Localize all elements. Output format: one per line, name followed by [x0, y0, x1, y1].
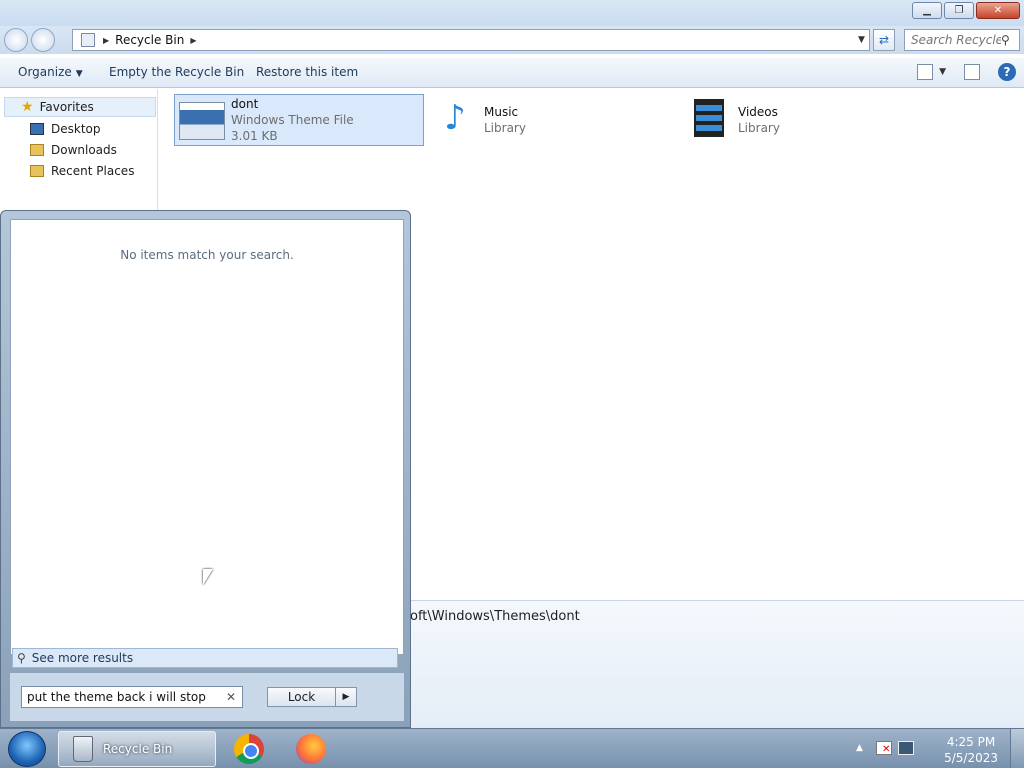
lock-button-group: Lock ▶ [267, 687, 357, 707]
start-button[interactable] [8, 731, 46, 767]
action-center-flag-icon[interactable] [876, 741, 892, 755]
nav-item-recent-places[interactable]: Recent Places [30, 161, 134, 181]
breadcrumb-arrow-icon[interactable]: ▶ [190, 36, 196, 45]
clock-date: 5/5/2023 [944, 751, 998, 765]
see-more-label: See more results [31, 651, 134, 665]
chrome-icon[interactable] [234, 734, 264, 764]
nav-item-label: Desktop [51, 122, 101, 136]
title-bar: ▁ ❐ ✕ [0, 0, 1024, 26]
videos-library-icon [684, 95, 734, 141]
show-desktop-button[interactable] [1010, 729, 1024, 768]
nav-item-downloads[interactable]: Downloads [30, 140, 117, 160]
file-size: 3.01 KB [231, 129, 278, 143]
taskbar-item-recycle-bin[interactable]: Recycle Bin [58, 731, 216, 767]
search-icon: ⚲ [17, 651, 26, 665]
command-bar: Organize ▼ Empty the Recycle Bin Restore … [0, 58, 1024, 88]
address-bar[interactable]: ▶ Recycle Bin ▶ [72, 29, 870, 51]
window-controls: ▁ ❐ ✕ [912, 2, 1020, 19]
chevron-down-icon: ▼ [939, 67, 946, 77]
network-icon[interactable] [898, 741, 914, 755]
search-icon[interactable]: ⚲ [1001, 33, 1010, 47]
shutdown-options-arrow-icon[interactable]: ▶ [336, 688, 356, 706]
recycle-bin-small-icon [81, 33, 95, 47]
breadcrumb-recycle-bin[interactable]: Recycle Bin [115, 33, 184, 47]
organize-label: Organize [18, 65, 72, 79]
nav-item-label: Downloads [51, 143, 117, 157]
start-search-input[interactable] [27, 690, 217, 704]
nav-favorites[interactable]: ★ Favorites [4, 97, 156, 117]
nav-item-label: Recent Places [51, 164, 135, 178]
view-controls: ▼ ? [917, 63, 1016, 81]
desktop-icon [30, 123, 44, 135]
library-item-music[interactable]: ♪ Music Library [430, 95, 680, 145]
star-icon: ★ [21, 99, 34, 115]
theme-file-icon [179, 102, 225, 140]
view-icon [917, 64, 934, 80]
address-dropdown-icon[interactable]: ▼ [853, 29, 870, 51]
search-results-panel: No items match your search. [10, 219, 404, 655]
address-row: ▶ Recycle Bin ▶ ▼ ⇄ ⚲ [0, 26, 1024, 54]
empty-recycle-bin-button[interactable]: Empty the Recycle Bin [109, 65, 244, 79]
organize-button[interactable]: Organize ▼ [18, 65, 83, 79]
firefox-icon[interactable] [296, 734, 326, 764]
clear-search-icon[interactable]: ✕ [226, 690, 236, 704]
change-view-button[interactable]: ▼ [917, 64, 946, 80]
file-item-dont[interactable]: dont Windows Theme File 3.01 KB [174, 94, 424, 146]
forward-button[interactable] [31, 28, 55, 52]
start-search-box[interactable]: ✕ [21, 686, 243, 708]
taskbar: Recycle Bin ▲ 4:25 PM 5/5/2023 [0, 728, 1024, 768]
show-hidden-icons-icon[interactable]: ▲ [856, 743, 863, 753]
nav-favorites-label: Favorites [39, 100, 94, 114]
downloads-folder-icon [30, 144, 44, 156]
music-library-icon: ♪ [444, 98, 466, 138]
minimize-button[interactable]: ▁ [912, 2, 942, 19]
mouse-cursor-icon [203, 569, 213, 585]
no-results-message: No items match your search. [120, 248, 294, 262]
close-button[interactable]: ✕ [976, 2, 1020, 19]
clock[interactable]: 4:25 PM 5/5/2023 [944, 734, 998, 766]
back-button[interactable] [4, 28, 28, 52]
nav-item-desktop[interactable]: Desktop [30, 119, 101, 139]
library-item-videos[interactable]: Videos Library [684, 95, 934, 145]
see-more-results-link[interactable]: ⚲ See more results [12, 648, 398, 668]
taskbar-item-label: Recycle Bin [103, 742, 173, 756]
search-input[interactable] [911, 33, 1001, 47]
search-box[interactable]: ⚲ [904, 29, 1020, 51]
recent-places-icon [30, 165, 44, 177]
file-type: Windows Theme File [231, 113, 354, 127]
help-icon[interactable]: ? [998, 63, 1016, 81]
chevron-down-icon: ▼ [75, 69, 83, 79]
lock-button[interactable]: Lock [268, 688, 336, 706]
maximize-button[interactable]: ❐ [944, 2, 974, 19]
preview-pane-icon[interactable] [964, 64, 980, 80]
library-name: Videos [738, 105, 778, 119]
file-name: dont [231, 97, 259, 111]
clock-time: 4:25 PM [946, 735, 996, 749]
original-location: oft\Windows\Themes\dont [410, 609, 580, 624]
system-tray: ▲ 4:25 PM 5/5/2023 [854, 729, 1024, 768]
recycle-bin-icon [73, 736, 93, 762]
library-type: Library [484, 121, 526, 135]
restore-item-button[interactable]: Restore this item [256, 65, 358, 79]
library-name: Music [484, 105, 519, 119]
library-type: Library [738, 121, 780, 135]
refresh-button[interactable]: ⇄ [873, 29, 895, 51]
breadcrumb-arrow-icon[interactable]: ▶ [103, 36, 109, 45]
